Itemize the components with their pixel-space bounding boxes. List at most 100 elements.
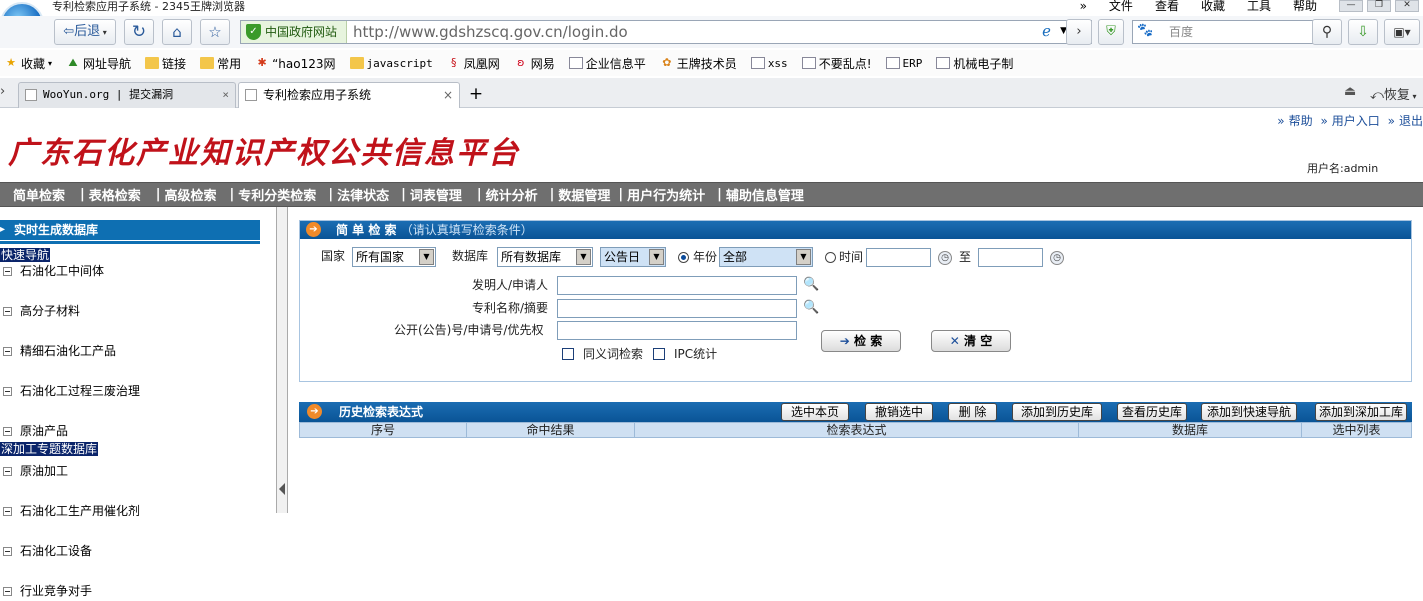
collapse-arrow-icon[interactable] <box>279 483 285 495</box>
help-link[interactable]: 帮助 <box>1289 114 1313 128</box>
synonym-checkbox[interactable] <box>562 348 574 360</box>
bookmark-item[interactable]: ✿ 王牌技术员 <box>660 55 737 72</box>
search-magnifier-icon[interactable]: ⚲ <box>1312 19 1342 45</box>
chevron-down-icon: ▼ <box>796 249 811 265</box>
clear-icon[interactable]: ⏏ <box>1344 84 1356 99</box>
nav-simple-search[interactable]: 简单检索 <box>13 185 65 204</box>
sidebar-header[interactable]: 实时生成数据库 <box>0 220 260 240</box>
tree-item[interactable]: 高分子材料 <box>0 301 276 321</box>
calendar-icon[interactable]: ◷ <box>938 251 952 265</box>
add-deep-db-button[interactable]: 添加到深加工库 <box>1315 403 1407 421</box>
deselect-button[interactable]: 撤销选中 <box>865 403 933 421</box>
select-page-button[interactable]: 选中本页 <box>781 403 849 421</box>
bookmark-item[interactable]: § 凤凰网 <box>447 55 500 72</box>
close-icon[interactable]: ✕ <box>1395 0 1419 12</box>
search-box[interactable]: 🐾 百度 <box>1132 20 1340 44</box>
add-quick-nav-button[interactable]: 添加到快速导航 <box>1201 403 1297 421</box>
arrow-right-icon: ➔ <box>307 404 322 419</box>
number-input[interactable] <box>557 321 797 340</box>
deep-processing-db[interactable]: 深加工专题数据库 <box>0 439 99 459</box>
security-shield-icon[interactable]: ⛨ <box>1098 19 1124 45</box>
start-date-input[interactable] <box>866 248 931 267</box>
search-icon[interactable]: 🔍 <box>803 277 819 293</box>
extension-icon[interactable]: ▣▾ <box>1384 19 1420 45</box>
nav-statistics[interactable]: 统计分析 <box>486 185 538 204</box>
bookmark-item[interactable]: ERP <box>885 57 922 70</box>
refresh-icon[interactable]: ↻ <box>124 19 154 45</box>
bookmark-item[interactable]: ✱ “hao123网 <box>255 55 335 72</box>
logout-link[interactable]: 退出 <box>1399 114 1423 128</box>
minimize-icon[interactable]: — <box>1339 0 1363 12</box>
add-history-button[interactable]: 添加到历史库 <box>1012 403 1102 421</box>
bookmark-item[interactable]: 机械电子制 <box>936 55 1013 72</box>
restore-icon[interactable]: ❐ <box>1367 0 1391 12</box>
tree-item[interactable]: 石油化工设备 <box>0 541 276 561</box>
database-select[interactable]: 所有数据库 ▼ <box>497 247 593 267</box>
back-button[interactable]: ⇦后退 ▾ <box>54 19 116 45</box>
bookmark-item[interactable]: 常用 <box>200 55 241 72</box>
close-tab-icon[interactable]: × <box>222 83 229 107</box>
nav-classification-search[interactable]: 专利分类检索 <box>238 185 316 204</box>
menu-help[interactable]: 帮助 <box>1293 0 1317 14</box>
star-icon[interactable]: ☆ <box>200 19 230 45</box>
tab-patent[interactable]: 专利检索应用子系统 × <box>238 82 460 109</box>
nav-legal-status[interactable]: 法律状态 <box>337 185 389 204</box>
year-select[interactable]: 全部 ▼ <box>719 247 813 267</box>
restore-tab-button[interactable]: ⤺恢复 ▾ <box>1370 84 1416 103</box>
clear-button[interactable]: ✕ 清 空 <box>931 330 1011 352</box>
bookmark-item[interactable]: 链接 <box>145 55 186 72</box>
bookmark-item[interactable]: 企业信息平 <box>568 55 646 72</box>
bookmark-item[interactable]: ʚ 网易 <box>514 55 555 72</box>
delete-button[interactable]: 删 除 <box>948 403 997 421</box>
nav-advanced-search[interactable]: 高级检索 <box>165 185 217 204</box>
tree-item[interactable]: 行业竞争对手 <box>0 581 276 601</box>
pane-splitter[interactable] <box>276 207 288 513</box>
time-radio[interactable] <box>825 252 836 263</box>
tab-wooyun[interactable]: WooYun.org | 提交漏洞 × <box>18 82 236 108</box>
search-button[interactable]: ➔ 检 索 <box>821 330 901 352</box>
menu-file[interactable]: 文件 <box>1109 0 1133 14</box>
menu-view[interactable]: 查看 <box>1155 0 1179 14</box>
ipc-checkbox[interactable] <box>653 348 665 360</box>
menu-tools[interactable]: 工具 <box>1247 0 1271 14</box>
bookmark-item[interactable]: ⛰ 网址导航 <box>66 55 131 72</box>
simple-search-panel: ➔ 简 单 检 索 （请认真填写检索条件） 国家 所有国家 ▼ 数据库 所有数据库… <box>299 220 1412 382</box>
country-select[interactable]: 所有国家 ▼ <box>352 247 436 267</box>
ie-mode-icon[interactable]: ℯ <box>1042 22 1051 40</box>
calendar-icon[interactable]: ◷ <box>1050 251 1064 265</box>
bookmark-item[interactable]: xss <box>750 57 788 70</box>
tree-item[interactable]: 原油产品 <box>0 421 276 441</box>
search-icon[interactable]: 🔍 <box>803 300 819 316</box>
nav-vocab-mgmt[interactable]: 词表管理 <box>410 185 462 204</box>
address-bar[interactable]: ✓ 中国政府网站 http://www.gdshzscq.gov.cn/login… <box>240 20 1092 44</box>
tree-item[interactable]: 石油化工过程三废治理 <box>0 381 276 401</box>
date-type-select[interactable]: 公告日 ▼ <box>600 247 666 267</box>
inventor-input[interactable] <box>557 276 797 295</box>
nav-user-behavior[interactable]: 用户行为统计 <box>627 185 705 204</box>
menu-favorites[interactable]: 收藏 <box>1201 0 1225 14</box>
site-banner: 广东石化产业知识产权公共信息平台 » 帮助 » 用户入口 » 退出 用户名:admin <box>0 108 1423 182</box>
year-radio[interactable] <box>678 252 689 263</box>
tab-scroll-icon[interactable]: › <box>0 84 5 99</box>
download-icon[interactable]: ⇩ <box>1348 19 1378 45</box>
view-history-button[interactable]: 查看历史库 <box>1117 403 1187 421</box>
user-entry-link[interactable]: 用户入口 <box>1332 114 1380 128</box>
tree-item[interactable]: 石油化工生产用催化剂 <box>0 501 276 521</box>
end-date-input[interactable] <box>978 248 1043 267</box>
forward-icon[interactable]: › <box>1066 19 1092 45</box>
bookmark-item[interactable]: 不要乱点! <box>801 55 872 72</box>
bookmark-item[interactable]: javascript <box>349 57 433 70</box>
new-tab-icon[interactable]: + <box>462 82 490 108</box>
tree-item[interactable]: 精细石油化工产品 <box>0 341 276 361</box>
nav-table-search[interactable]: 表格检索 <box>89 185 141 204</box>
url-text[interactable]: http://www.gdshzscq.gov.cn/login.do <box>353 21 628 43</box>
nav-data-mgmt[interactable]: 数据管理 <box>558 185 610 204</box>
tree-item[interactable]: 石油化工中间体 <box>0 261 276 281</box>
close-tab-icon[interactable]: × <box>443 83 453 107</box>
db-label: 数据库 <box>452 249 489 263</box>
tree-item[interactable]: 原油加工 <box>0 461 276 481</box>
home-icon[interactable]: ⌂ <box>162 19 192 45</box>
title-input[interactable] <box>557 299 797 318</box>
bookmark-favorites[interactable]: ★ 收藏 ▾ <box>4 55 52 72</box>
nav-aux-info[interactable]: 辅助信息管理 <box>726 185 804 204</box>
